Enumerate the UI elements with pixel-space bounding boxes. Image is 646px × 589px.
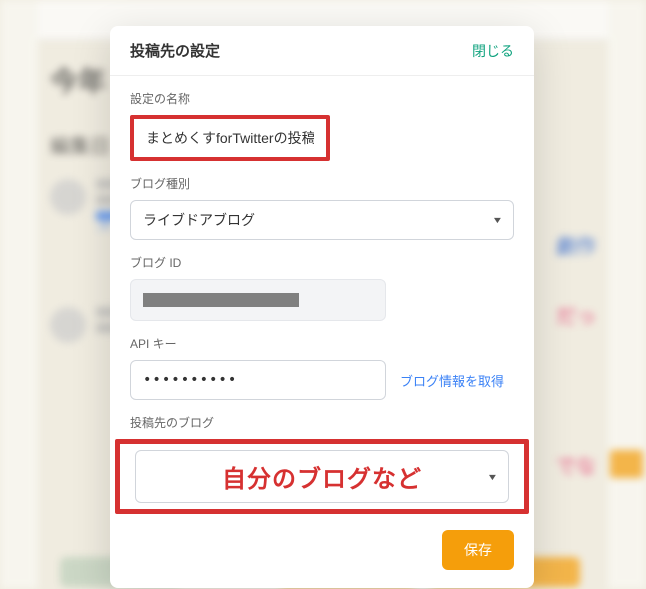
dest-blog-highlight: 自分のブログなど <box>115 439 529 514</box>
api-key-input[interactable] <box>130 360 386 400</box>
blog-type-label: ブログ種別 <box>130 175 514 192</box>
dest-blog-annotation: 自分のブログなど <box>148 459 496 494</box>
setting-name-input[interactable] <box>134 119 326 157</box>
field-blog-type: ブログ種別 ライブドアブログ <box>130 175 514 240</box>
setting-name-label: 設定の名称 <box>130 90 514 107</box>
setting-name-highlight <box>130 115 330 161</box>
field-dest-blog: 投稿先のブログ 自分のブログなど <box>130 414 514 514</box>
save-button[interactable]: 保存 <box>442 530 514 570</box>
dest-blog-select[interactable]: 自分のブログなど <box>135 450 509 503</box>
blog-id-label: ブログ ID <box>130 254 514 271</box>
field-setting-name: 設定の名称 <box>130 90 514 161</box>
field-blog-id: ブログ ID <box>130 254 514 321</box>
modal-footer: 保存 <box>110 514 534 570</box>
blog-id-redacted <box>143 293 299 307</box>
modal-body: 設定の名称 ブログ種別 ライブドアブログ ブログ ID API キー ブロ <box>110 76 534 514</box>
blog-id-input[interactable] <box>130 279 386 321</box>
blog-type-select[interactable]: ライブドアブログ <box>130 200 514 240</box>
get-blog-info-link[interactable]: ブログ情報を取得 <box>400 371 504 390</box>
close-button[interactable]: 閉じる <box>472 41 514 61</box>
api-key-label: API キー <box>130 335 514 352</box>
modal-title: 投稿先の設定 <box>130 40 220 61</box>
dest-blog-label: 投稿先のブログ <box>130 414 514 431</box>
modal-header: 投稿先の設定 閉じる <box>110 26 534 76</box>
field-api-key: API キー ブログ情報を取得 <box>130 335 514 400</box>
post-destination-modal: 投稿先の設定 閉じる 設定の名称 ブログ種別 ライブドアブログ ブログ ID <box>110 26 534 588</box>
